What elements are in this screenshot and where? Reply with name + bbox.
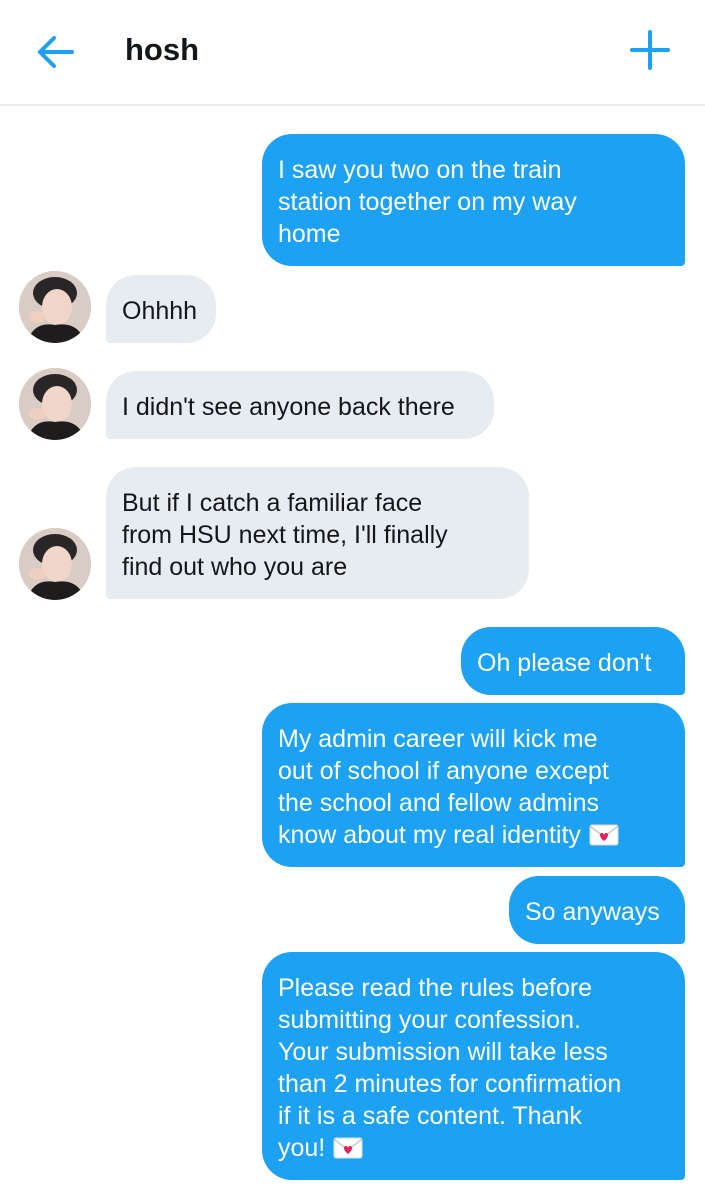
sent-message-bubble[interactable]: Please read the rules before submitting … [262, 952, 685, 1180]
back-button[interactable] [32, 28, 80, 76]
sent-message-bubble[interactable]: Oh please don't [461, 627, 685, 695]
love-letter-icon [589, 822, 619, 846]
avatar-image [19, 368, 91, 440]
avatar-image [19, 528, 91, 600]
received-message-bubble[interactable]: Ohhhh [106, 275, 216, 343]
add-button[interactable] [626, 26, 674, 74]
conversation-header: hosh [0, 0, 705, 106]
message-text: Ohhhh [122, 297, 198, 325]
message-text: So anyways [525, 898, 660, 926]
avatar-image [19, 271, 91, 343]
received-message-bubble[interactable]: I didn't see anyone back there [106, 371, 494, 439]
avatar[interactable] [19, 528, 91, 600]
avatar[interactable] [19, 368, 91, 440]
dm-conversation-screen: hosh I saw you two on the train station … [0, 0, 705, 1200]
avatar[interactable] [19, 271, 91, 343]
message-text: But if I catch a familiar face from HSU … [122, 489, 448, 581]
message-text: Oh please don't [477, 649, 652, 677]
sent-message-bubble[interactable]: So anyways [509, 876, 685, 944]
sent-message-bubble[interactable]: I saw you two on the train station toget… [262, 134, 685, 266]
message-text: My admin career will kick me out of scho… [278, 725, 609, 849]
conversation-title[interactable]: hosh [125, 32, 199, 68]
received-message-bubble[interactable]: But if I catch a familiar face from HSU … [106, 467, 529, 599]
message-text: Please read the rules before submitting … [278, 974, 622, 1162]
message-text: I didn't see anyone back there [122, 393, 455, 421]
arrow-left-icon [38, 36, 74, 68]
message-text: I saw you two on the train station toget… [278, 156, 577, 248]
plus-icon [630, 30, 670, 70]
sent-message-bubble[interactable]: My admin career will kick me out of scho… [262, 703, 685, 867]
love-letter-icon [333, 1135, 363, 1159]
